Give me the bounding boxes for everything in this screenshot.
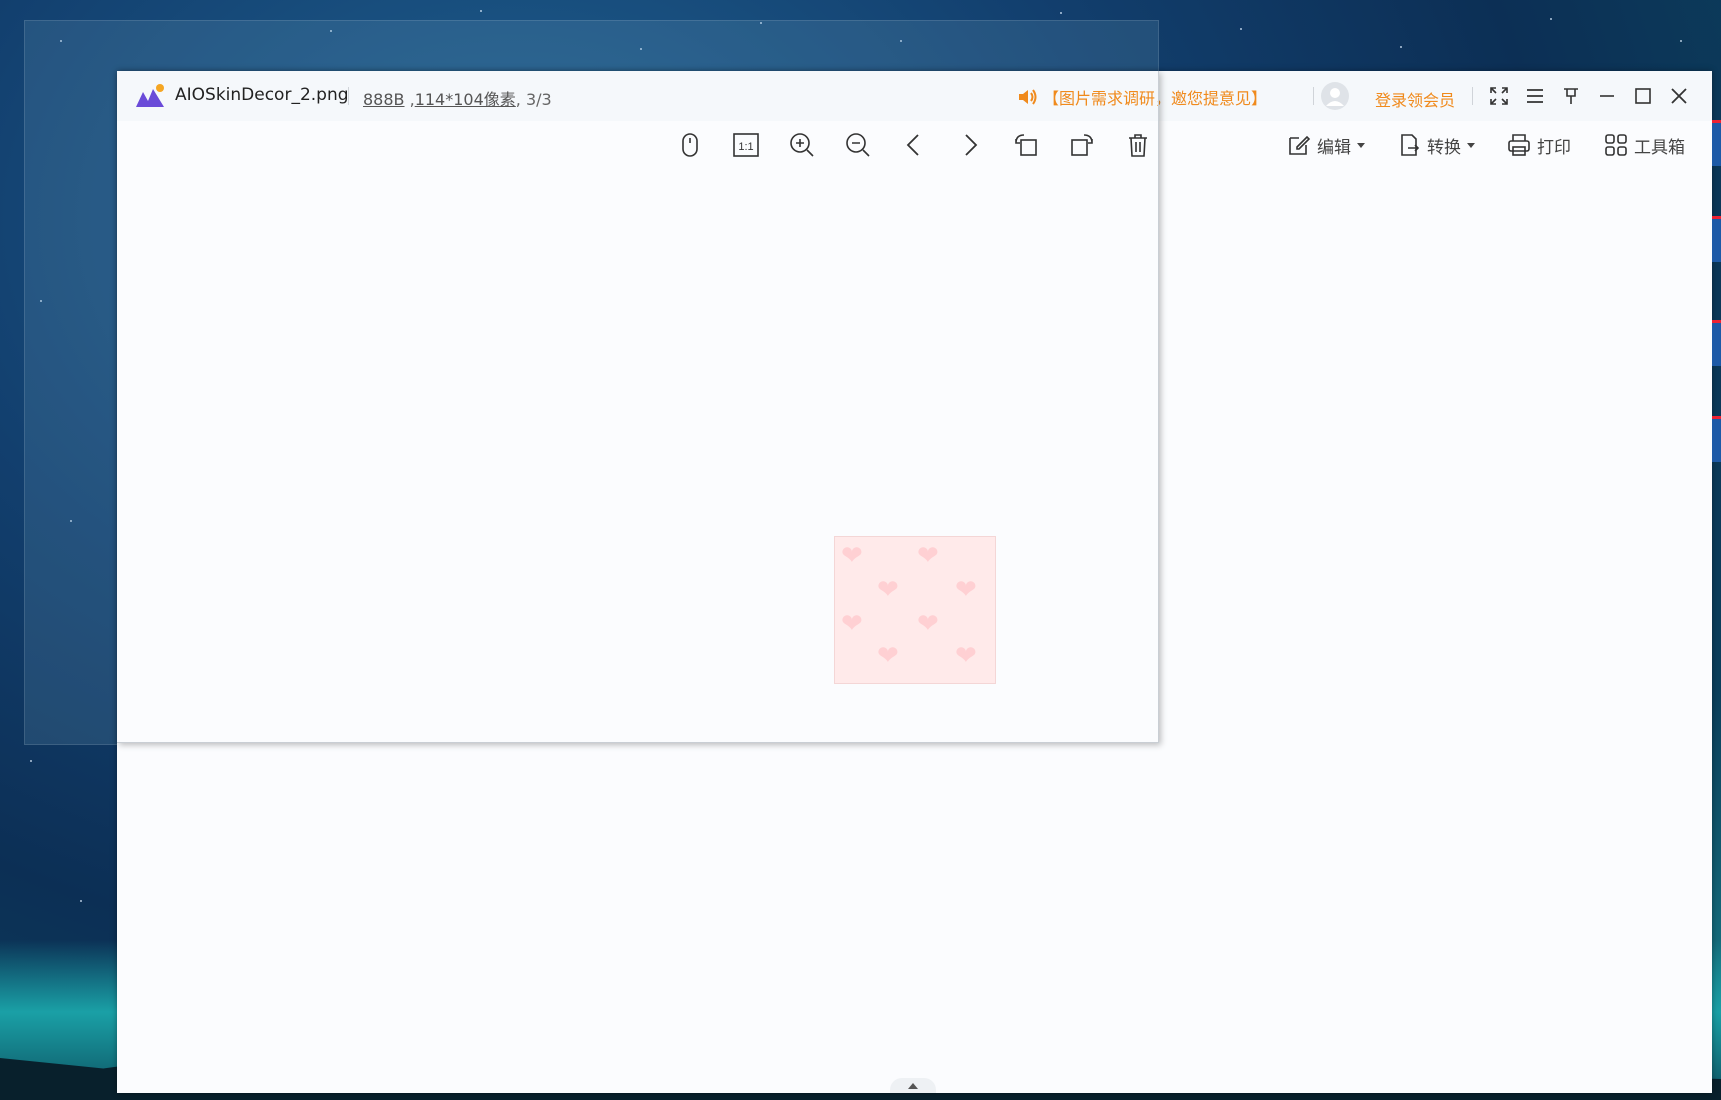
heart-pattern: ❤ xyxy=(841,609,863,639)
rotate-right-icon xyxy=(1071,134,1093,156)
minimize-button[interactable] xyxy=(1593,82,1621,110)
actual-size-button[interactable]: 1:1 xyxy=(728,127,764,163)
heart-pattern: ❤ xyxy=(877,575,899,605)
edit-icon xyxy=(1289,135,1311,155)
heart-pattern: ❤ xyxy=(955,575,977,605)
meta-separator: , xyxy=(404,90,415,109)
next-image-button[interactable] xyxy=(952,127,988,163)
edit-menu-label: 编辑 xyxy=(1317,137,1351,158)
heart-pattern: ❤ xyxy=(917,609,939,639)
zoom-out-icon xyxy=(846,133,870,157)
title-bar: AIOSkinDecor_2.png 888B ,114*104像素, 3/3 … xyxy=(117,71,1712,121)
login-vip-link[interactable]: 登录领会员 xyxy=(1375,87,1455,111)
rotate-left-button[interactable] xyxy=(1008,127,1044,163)
actual-size-label: 1:1 xyxy=(738,141,753,153)
page-position: , 3/3 xyxy=(515,90,552,109)
chevron-up-icon xyxy=(908,1082,918,1089)
convert-icon xyxy=(1401,134,1420,156)
survey-notice[interactable]: 【图片需求调研，邀您提意见】 xyxy=(1017,85,1267,109)
thumbnail-strip-toggle[interactable] xyxy=(890,1078,936,1093)
heart-pattern: ❤ xyxy=(841,541,863,571)
avatar-icon[interactable] xyxy=(1320,81,1350,111)
toolbox-button[interactable]: 工具箱 xyxy=(1604,131,1685,159)
minimize-icon xyxy=(1600,95,1614,97)
fullscreen-icon xyxy=(1490,87,1508,105)
file-meta: 888B ,114*104像素, 3/3 xyxy=(363,86,552,110)
mouse-mode-icon xyxy=(682,133,698,157)
delete-button[interactable] xyxy=(1120,127,1156,163)
edit-menu[interactable]: 编辑 xyxy=(1287,131,1365,159)
desktop-edge-icons xyxy=(1712,110,1721,960)
print-label: 打印 xyxy=(1537,137,1571,158)
heart-pattern: ❤ xyxy=(877,641,899,671)
hamburger-menu-icon xyxy=(1527,89,1543,103)
pin-icon xyxy=(1564,88,1578,104)
maximize-button[interactable] xyxy=(1629,82,1657,110)
dimensions-link[interactable]: 114*104像素 xyxy=(415,90,516,109)
rotate-right-button[interactable] xyxy=(1064,127,1100,163)
rotate-left-icon xyxy=(1015,134,1037,156)
maximize-icon xyxy=(1635,88,1651,104)
app-logo-icon xyxy=(136,84,164,107)
close-icon xyxy=(1671,88,1687,104)
window-controls-divider xyxy=(1472,87,1473,105)
menu-button[interactable] xyxy=(1521,82,1549,110)
edit-dropdown-caret xyxy=(1357,142,1365,148)
trash-icon xyxy=(1129,134,1147,157)
pin-button[interactable] xyxy=(1557,82,1585,110)
zoom-out-button[interactable] xyxy=(840,127,876,163)
convert-menu[interactable]: 转换 xyxy=(1397,131,1475,159)
toolbox-label: 工具箱 xyxy=(1634,137,1685,158)
convert-dropdown-caret xyxy=(1467,142,1475,148)
title-divider xyxy=(348,87,349,105)
displayed-image[interactable]: ❤ ❤ ❤ ❤ ❤ ❤ ❤ ❤ xyxy=(834,536,996,684)
heart-pattern: ❤ xyxy=(917,541,939,571)
convert-menu-label: 转换 xyxy=(1427,137,1461,158)
actual-size-icon: 1:1 xyxy=(733,133,759,157)
previous-image-button[interactable] xyxy=(896,127,932,163)
viewer-toolbar: 1:1 编辑 转换 打印 工具箱 xyxy=(117,121,1712,169)
account-divider xyxy=(1313,87,1314,105)
heart-pattern: ❤ xyxy=(955,641,977,671)
speaker-icon xyxy=(1019,89,1037,105)
chevron-left-icon xyxy=(906,134,919,156)
printer-icon xyxy=(1508,134,1530,156)
survey-notice-text: 【图片需求调研，邀您提意见】 xyxy=(1043,89,1268,108)
grid-icon xyxy=(1605,134,1627,156)
zoom-in-button[interactable] xyxy=(784,127,820,163)
zoom-in-icon xyxy=(790,133,814,157)
fullscreen-button[interactable] xyxy=(1485,82,1513,110)
mouse-mode-button[interactable] xyxy=(672,127,708,163)
print-button[interactable]: 打印 xyxy=(1507,131,1571,159)
chevron-right-icon xyxy=(965,134,978,156)
close-button[interactable] xyxy=(1665,82,1693,110)
file-size-link[interactable]: 888B xyxy=(363,90,405,109)
file-name: AIOSkinDecor_2.png xyxy=(175,85,349,105)
